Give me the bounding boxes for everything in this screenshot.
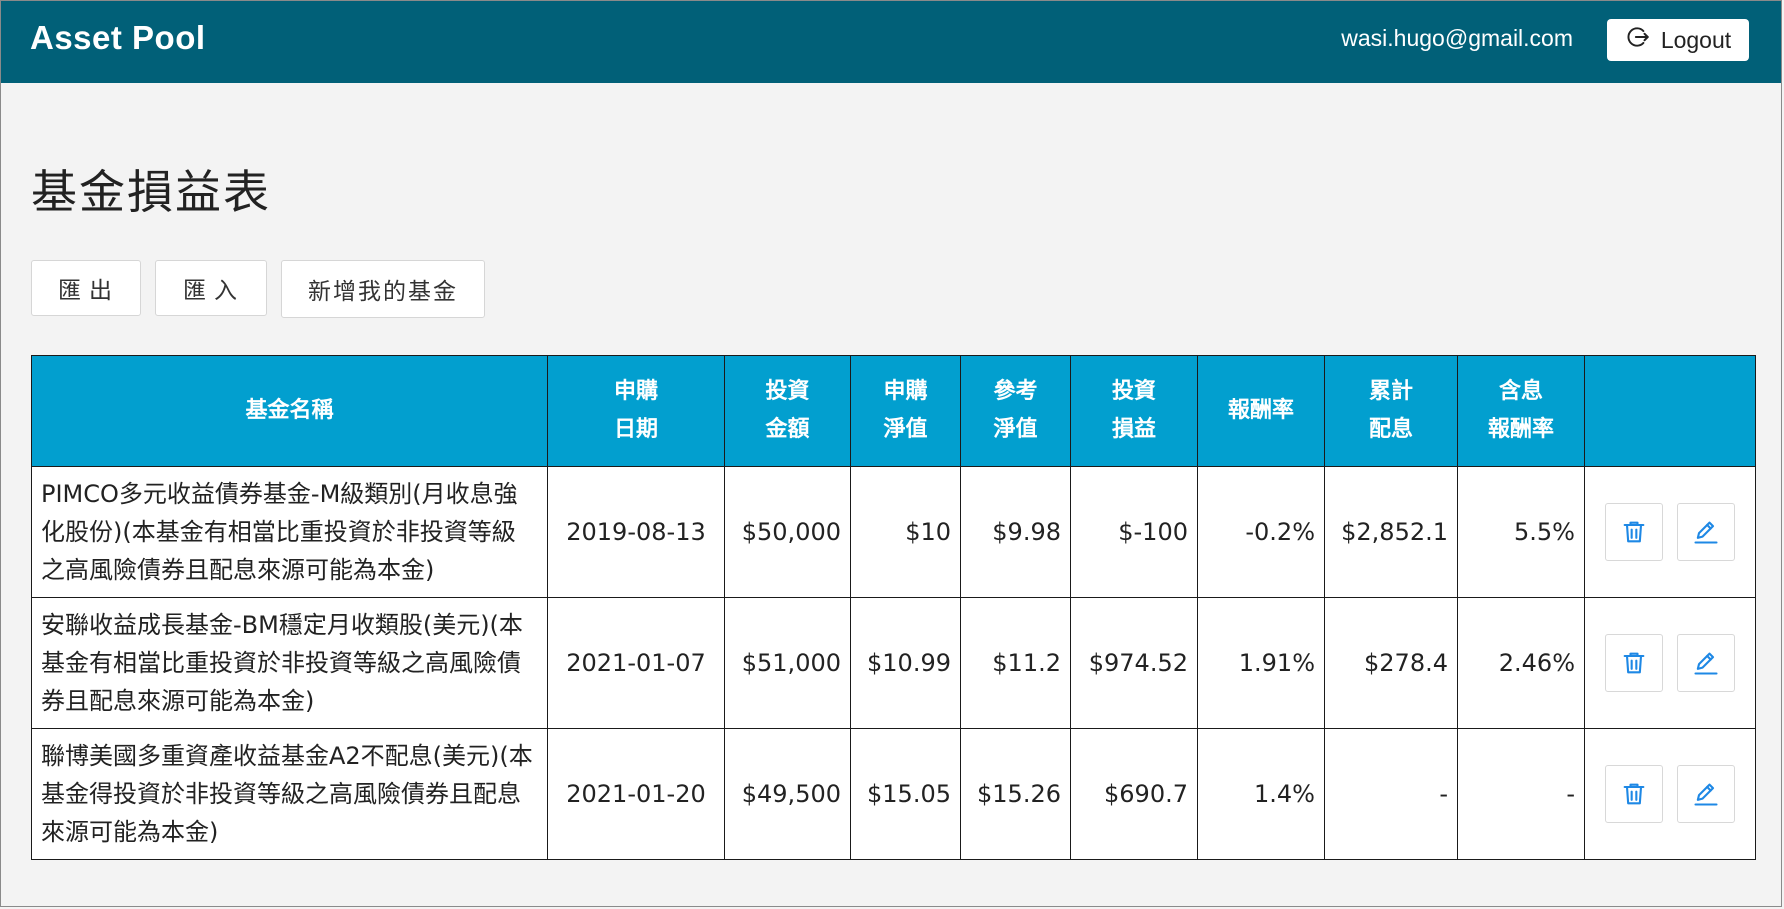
delete-button[interactable] [1605, 765, 1663, 823]
col-header-total-return: 含息 報酬率 [1457, 355, 1585, 467]
col-header-actions [1584, 355, 1756, 467]
invest-pnl: $974.52 [1070, 597, 1198, 729]
import-button[interactable]: 匯入 [155, 260, 267, 316]
purchase-date: 2021-01-20 [547, 728, 725, 860]
cumulative-dividend: - [1324, 728, 1458, 860]
total-return-rate: - [1457, 728, 1585, 860]
fund-name: 安聯收益成長基金-BM穩定月收類股(美元)(本基金有相當比重投資於非投資等級之高… [31, 597, 548, 729]
table-row: 聯博美國多重資產收益基金A2不配息(美元)(本基金得投資於非投資等級之高風險債券… [31, 728, 1756, 860]
return-rate: -0.2% [1197, 466, 1325, 598]
table-header-row: 基金名稱 申購 日期 投資 金額 申購 淨值 參考 淨值 投資 損益 報酬率 累計 配息 含… [31, 355, 1756, 467]
app-window: Asset Pool wasi.hugo@gmail.com Logout 基金… [0, 0, 1782, 907]
invest-pnl: $-100 [1070, 466, 1198, 598]
table-row: 安聯收益成長基金-BM穩定月收類股(美元)(本基金有相當比重投資於非投資等級之高… [31, 597, 1756, 729]
fund-name: PIMCO多元收益債券基金-M級類別(月收息強化股份)(本基金有相當比重投資於非… [31, 466, 548, 598]
table-row: PIMCO多元收益債券基金-M級類別(月收息強化股份)(本基金有相當比重投資於非… [31, 466, 1756, 598]
row-actions [1584, 466, 1756, 598]
trash-icon [1623, 783, 1645, 805]
cumulative-dividend: $278.4 [1324, 597, 1458, 729]
logout-label: Logout [1660, 26, 1732, 53]
purchase-date: 2021-01-07 [547, 597, 725, 729]
reference-nav: $9.98 [960, 466, 1071, 598]
col-header-pnl: 投資 損益 [1070, 355, 1198, 467]
invest-amount: $50,000 [724, 466, 851, 598]
top-navbar: Asset Pool wasi.hugo@gmail.com Logout [1, 1, 1781, 83]
edit-button[interactable] [1677, 503, 1735, 561]
fund-name: 聯博美國多重資產收益基金A2不配息(美元)(本基金得投資於非投資等級之高風險債券… [31, 728, 548, 860]
purchase-nav: $10.99 [850, 597, 961, 729]
col-header-amount: 投資 金額 [724, 355, 851, 467]
delete-button[interactable] [1605, 634, 1663, 692]
pencil-icon [1694, 521, 1718, 544]
delete-button[interactable] [1605, 503, 1663, 561]
return-rate: 1.91% [1197, 597, 1325, 729]
col-header-name: 基金名稱 [31, 355, 548, 467]
col-header-nav: 申購 淨值 [850, 355, 961, 467]
trash-icon [1623, 652, 1645, 674]
col-header-ref-nav: 參考 淨值 [960, 355, 1071, 467]
add-fund-button[interactable]: 新增我的基金 [281, 260, 485, 318]
user-email: wasi.hugo@gmail.com [1341, 25, 1573, 51]
logout-button[interactable]: Logout [1607, 19, 1749, 61]
fund-table: 基金名稱 申購 日期 投資 金額 申購 淨值 參考 淨值 投資 損益 報酬率 累計 配息 含… [31, 355, 1756, 860]
action-bar: 匯出 匯入 新增我的基金 [31, 260, 485, 318]
row-actions [1584, 597, 1756, 729]
logout-icon [1625, 24, 1651, 56]
col-header-date: 申購 日期 [547, 355, 725, 467]
return-rate: 1.4% [1197, 728, 1325, 860]
reference-nav: $11.2 [960, 597, 1071, 729]
purchase-nav: $10 [850, 466, 961, 598]
export-button[interactable]: 匯出 [31, 260, 141, 316]
invest-amount: $49,500 [724, 728, 851, 860]
edit-button[interactable] [1677, 765, 1735, 823]
col-header-return: 報酬率 [1197, 355, 1325, 467]
invest-pnl: $690.7 [1070, 728, 1198, 860]
pencil-icon [1694, 652, 1718, 675]
reference-nav: $15.26 [960, 728, 1071, 860]
app-title[interactable]: Asset Pool [30, 19, 206, 57]
trash-icon [1623, 521, 1645, 543]
pencil-icon [1694, 783, 1718, 806]
row-actions [1584, 728, 1756, 860]
page-title: 基金損益表 [31, 165, 271, 219]
edit-button[interactable] [1677, 634, 1735, 692]
total-return-rate: 2.46% [1457, 597, 1585, 729]
col-header-dividend: 累計 配息 [1324, 355, 1458, 467]
purchase-nav: $15.05 [850, 728, 961, 860]
purchase-date: 2019-08-13 [547, 466, 725, 598]
total-return-rate: 5.5% [1457, 466, 1585, 598]
cumulative-dividend: $2,852.1 [1324, 466, 1458, 598]
invest-amount: $51,000 [724, 597, 851, 729]
